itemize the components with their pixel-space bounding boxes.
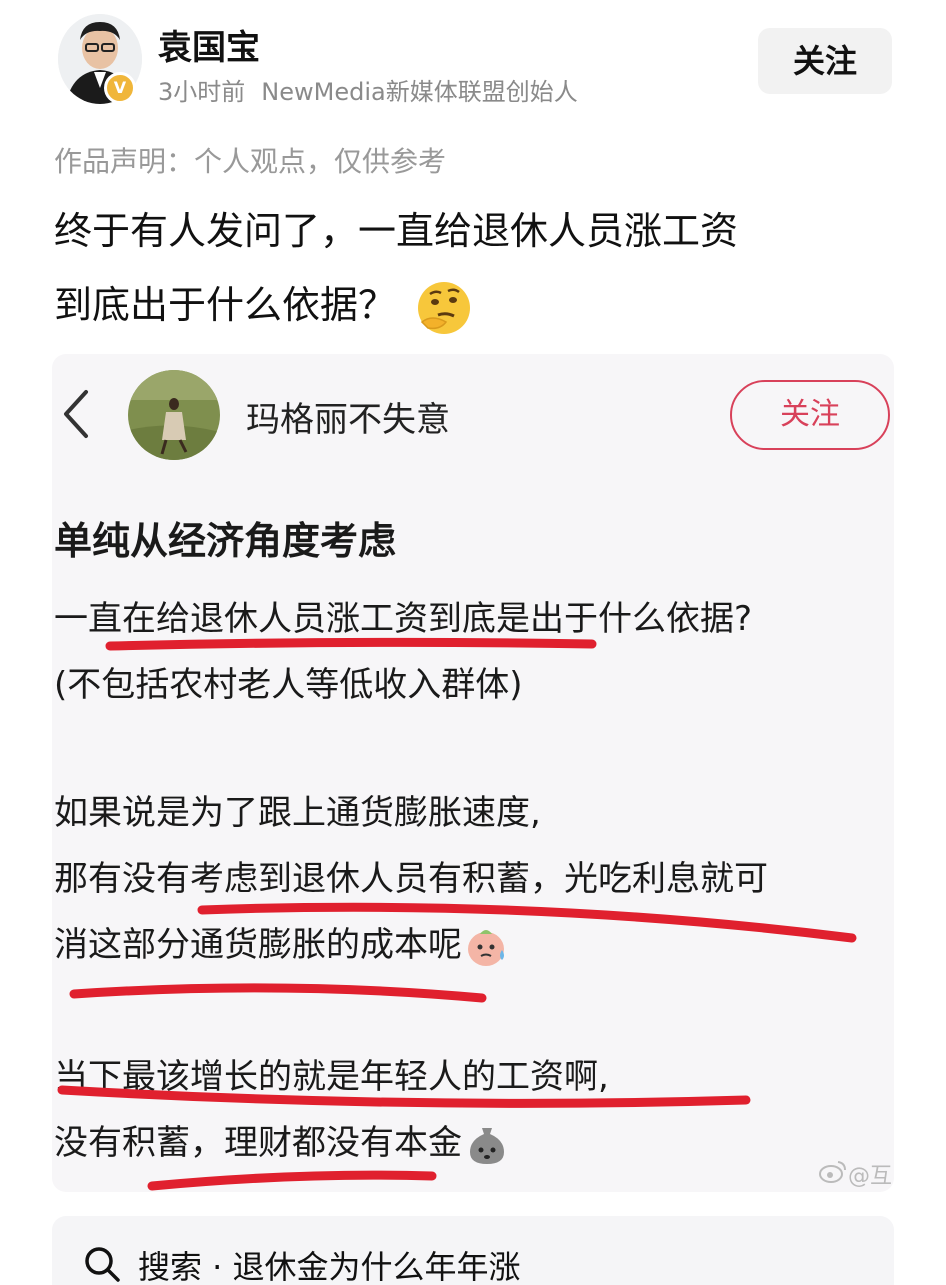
back-arrow-icon[interactable] <box>56 384 96 444</box>
embedded-line: 当下最该增长的就是年轻人的工资啊, <box>54 1057 609 1097</box>
embedded-line-text: 消这部分通货膨胀的成本呢 <box>54 925 462 965</box>
weibo-logo-icon <box>819 1161 846 1183</box>
thinking-face-icon <box>418 281 471 334</box>
watermark-text: @互 <box>848 1164 893 1189</box>
author-name[interactable]: 袁国宝 <box>158 20 260 69</box>
embedded-heading: 单纯从经济角度考虑 <box>54 519 397 563</box>
verified-badge-icon: V <box>104 72 136 104</box>
embedded-avatar-photo <box>128 370 220 460</box>
related-search-label[interactable]: 搜索 · 退休金为什么年年涨 <box>138 1242 521 1285</box>
embedded-user-name[interactable]: 玛格丽不失意 <box>246 392 450 441</box>
search-icon <box>85 1247 120 1282</box>
post-title-line-2: 到底出于什么依据？ <box>54 268 894 342</box>
sweating-face-icon <box>468 929 504 966</box>
embedded-follow-button[interactable]: 关注 <box>730 380 890 450</box>
post-title-line-1: 终于有人发问了，一直给退休人员涨工资 <box>54 209 739 253</box>
embedded-line: 一直在给退休人员涨工资到底是出于什么依据? <box>54 599 753 639</box>
post-meta: 3小时前 NewMedia新媒体联盟创始人 <box>158 72 578 107</box>
embedded-paragraph-1: 一直在给退休人员涨工资到底是出于什么依据? (不包括农村老人等低收入群体) <box>54 586 752 718</box>
embedded-line: 如果说是为了跟上通货膨胀速度, <box>54 793 541 833</box>
sad-money-bag-icon <box>470 1127 504 1164</box>
post-title: 终于有人发问了，一直给退休人员涨工资 到底出于什么依据？ <box>54 194 894 342</box>
post-title-line-2-text: 到底出于什么依据？ <box>54 283 397 327</box>
author-description: NewMedia新媒体联盟创始人 <box>261 78 578 106</box>
post-time: 3小时前 <box>158 78 246 106</box>
related-search-bar[interactable]: 搜索 · 退休金为什么年年涨 <box>52 1216 894 1285</box>
embedded-post-card: 玛格丽不失意 关注 单纯从经济角度考虑 一直在给退休人员涨工资到底是出于什么依据… <box>52 354 894 1192</box>
embedded-line-text: 没有积蓄，理财都没有本金 <box>54 1123 462 1163</box>
embedded-user-avatar[interactable] <box>128 370 220 460</box>
embedded-line: 没有积蓄，理财都没有本金 <box>54 1110 609 1176</box>
embedded-paragraph-3: 当下最该增长的就是年轻人的工资啊, 没有积蓄，理财都没有本金 <box>54 1044 609 1176</box>
post-header: V 袁国宝 3小时前 NewMedia新媒体联盟创始人 关注 <box>0 0 946 120</box>
post-declaration: 作品声明：个人观点，仅供参考 <box>54 145 447 178</box>
weibo-watermark: @互 <box>818 1158 894 1189</box>
follow-button[interactable]: 关注 <box>758 28 892 94</box>
embedded-line: 消这部分通货膨胀的成本呢 <box>54 912 768 978</box>
embedded-line: (不包括农村老人等低收入群体) <box>54 665 523 705</box>
embedded-line: 那有没有考虑到退休人员有积蓄，光吃利息就可 <box>54 859 768 899</box>
embedded-paragraph-2: 如果说是为了跟上通货膨胀速度, 那有没有考虑到退休人员有积蓄，光吃利息就可 消这… <box>54 780 768 978</box>
